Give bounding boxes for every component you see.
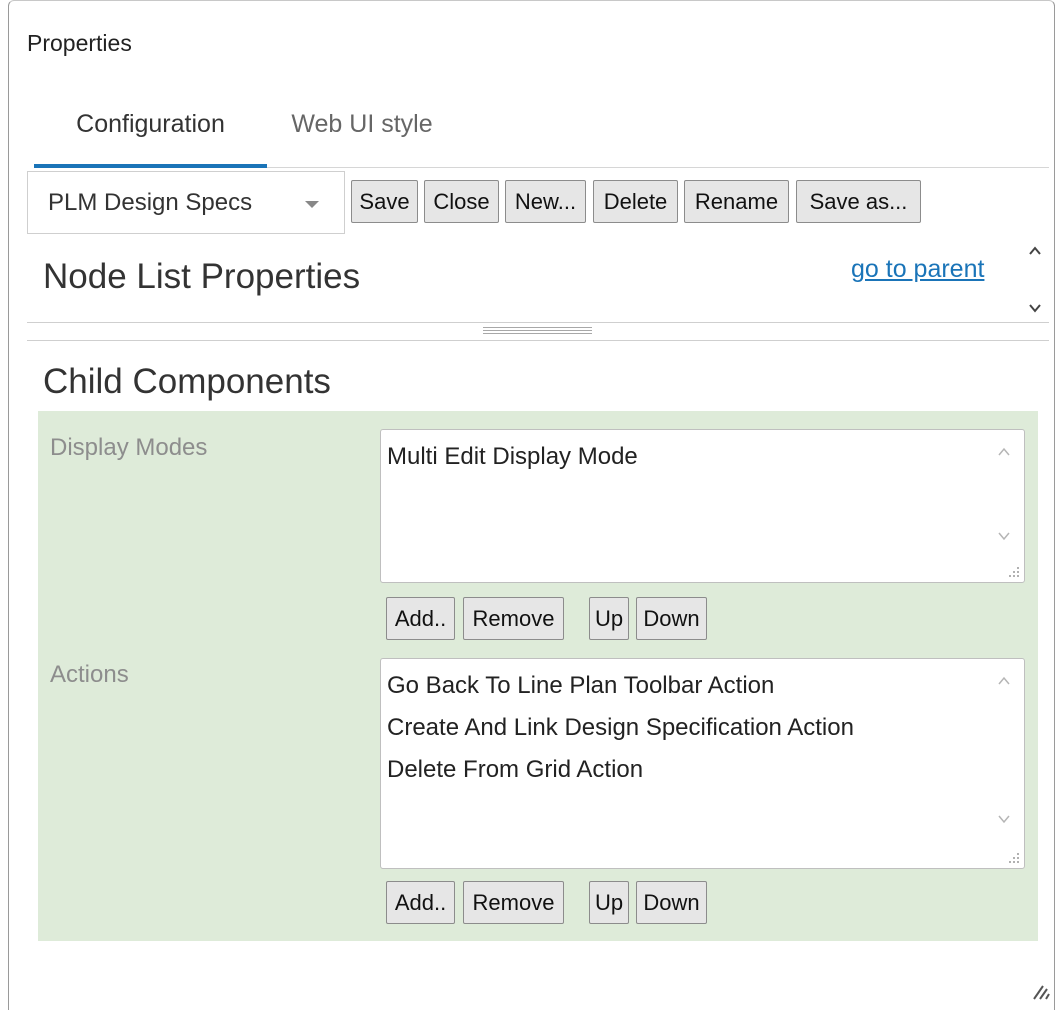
go-to-parent-link[interactable]: go to parent xyxy=(851,255,984,284)
scroll-down-icon[interactable] xyxy=(1027,300,1043,316)
resize-handle-icon[interactable] xyxy=(1007,851,1021,865)
tab-divider xyxy=(267,167,1049,168)
display-modes-add-button[interactable]: Add.. xyxy=(386,597,455,640)
list-item[interactable]: Create And Link Design Specification Act… xyxy=(387,707,854,749)
display-modes-up-button[interactable]: Up xyxy=(589,597,629,640)
list-scroll-down-icon[interactable] xyxy=(996,528,1012,544)
list-scroll-down-icon[interactable] xyxy=(996,811,1012,827)
list-item[interactable]: Multi Edit Display Mode xyxy=(387,436,638,478)
actions-down-button[interactable]: Down xyxy=(636,881,707,924)
new-button[interactable]: New... xyxy=(505,180,586,223)
delete-button[interactable]: Delete xyxy=(593,180,678,223)
tab-web-ui-style[interactable]: Web UI style xyxy=(267,100,457,168)
list-scroll-up-icon[interactable] xyxy=(996,444,1012,460)
resize-handle-icon[interactable] xyxy=(1007,565,1021,579)
display-modes-down-button[interactable]: Down xyxy=(636,597,707,640)
panel-title: Properties xyxy=(27,30,132,56)
chevron-down-icon xyxy=(305,201,319,208)
display-modes-list[interactable]: Multi Edit Display Mode xyxy=(380,429,1025,583)
close-button[interactable]: Close xyxy=(424,180,499,223)
rename-button[interactable]: Rename xyxy=(684,180,789,223)
list-item[interactable]: Go Back To Line Plan Toolbar Action xyxy=(387,665,854,707)
actions-add-button[interactable]: Add.. xyxy=(386,881,455,924)
actions-up-button[interactable]: Up xyxy=(589,881,629,924)
actions-list[interactable]: Go Back To Line Plan Toolbar Action Crea… xyxy=(380,658,1025,869)
display-modes-remove-button[interactable]: Remove xyxy=(463,597,564,640)
tab-configuration[interactable]: Configuration xyxy=(34,100,267,168)
configuration-select[interactable]: PLM Design Specs xyxy=(27,171,345,234)
list-scroll-up-icon[interactable] xyxy=(996,673,1012,689)
actions-label: Actions xyxy=(50,661,129,688)
scroll-up-icon[interactable] xyxy=(1027,243,1043,259)
panel-resize-grip-icon[interactable] xyxy=(1030,978,1050,1000)
splitter-bottom-line xyxy=(27,340,1049,341)
save-button[interactable]: Save xyxy=(351,180,418,223)
display-modes-label: Display Modes xyxy=(50,434,208,461)
actions-remove-button[interactable]: Remove xyxy=(463,881,564,924)
splitter-grip[interactable] xyxy=(483,325,592,337)
splitter-top-line xyxy=(27,322,1049,323)
save-as-button[interactable]: Save as... xyxy=(796,180,921,223)
configuration-select-value: PLM Design Specs xyxy=(48,189,253,216)
child-components-title: Child Components xyxy=(43,362,331,401)
list-item[interactable]: Delete From Grid Action xyxy=(387,749,854,791)
node-list-title: Node List Properties xyxy=(43,257,361,296)
